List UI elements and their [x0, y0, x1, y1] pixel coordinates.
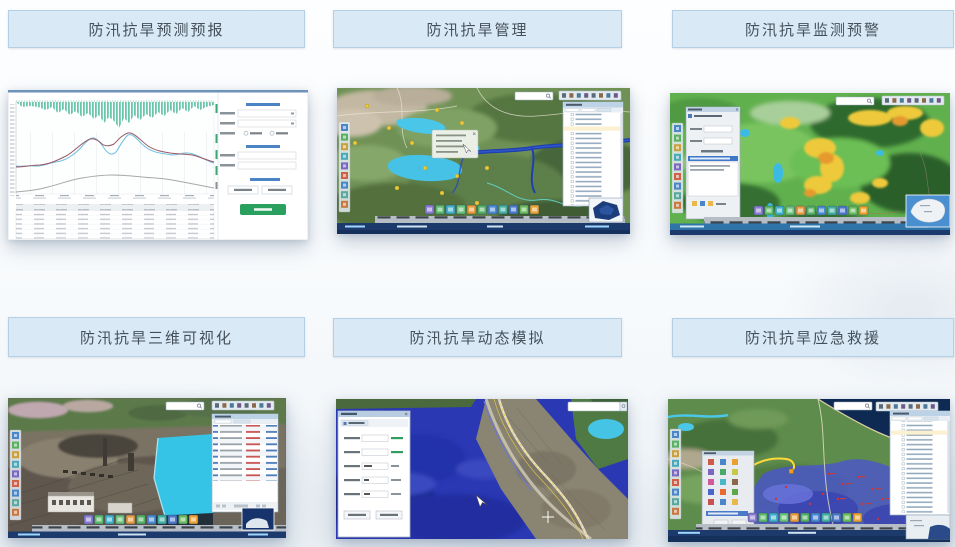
status-bar: [8, 532, 286, 539]
thumbnail-emergency-rescue: [668, 399, 950, 542]
overview-inset-map: [589, 198, 623, 222]
forecast-dashboard-image: [8, 90, 308, 240]
section-title-management[interactable]: 防汛抗旱管理: [333, 10, 622, 48]
search-input: [836, 97, 874, 105]
monitoring-query-panel: [686, 107, 740, 219]
thumbnail-monitoring: [670, 93, 950, 235]
map-toolbar: [670, 429, 681, 519]
symbol-palette-panel: [702, 451, 754, 531]
thumbnail-3d-visualization: [8, 398, 286, 538]
background-haze: [780, 230, 955, 390]
section-title-dynamic-simulation[interactable]: 防汛抗旱动态模拟: [333, 318, 622, 357]
layer-tree-panel: [890, 411, 950, 515]
forecast-table: [16, 204, 214, 239]
forecast-chart: [9, 101, 218, 203]
map-tooltip: [432, 130, 478, 158]
section-title-management-label: 防汛抗旱管理: [426, 19, 528, 40]
page: 防汛抗旱预测预报 防汛抗旱管理 防汛抗旱监测预警 防汛抗旱三维可视化 防汛抗旱动…: [0, 0, 955, 547]
section-title-3d-visualization-label: 防汛抗旱三维可视化: [80, 327, 233, 348]
section-title-monitoring[interactable]: 防汛抗旱监测预警: [672, 10, 954, 48]
management-map-image: [337, 88, 630, 234]
dam-3d-image: [8, 398, 286, 538]
monitoring-map-image: [670, 93, 950, 235]
search-input: [166, 402, 204, 410]
map-toolbar: [672, 123, 683, 213]
thumbnail-management: [337, 88, 630, 234]
overview-inset-map: [906, 195, 950, 227]
thumbnail-dynamic-simulation: [336, 399, 628, 539]
section-title-forecast[interactable]: 防汛抗旱预测预报: [8, 10, 305, 48]
map-tools-strip: [876, 402, 938, 411]
rescue-map-image: [668, 399, 950, 542]
section-title-emergency-rescue-label: 防汛抗旱应急救援: [745, 327, 881, 348]
simulation-dialog: [338, 411, 410, 537]
map-tools-strip: [882, 96, 944, 105]
section-title-forecast-label: 防汛抗旱预测预报: [88, 19, 224, 40]
map-tools-strip: [212, 401, 274, 410]
layer-tree-panel: [563, 102, 623, 206]
overview-inset-map: [242, 508, 274, 530]
map-toolbar: [10, 430, 21, 520]
map-tools-strip: [559, 91, 621, 100]
section-title-monitoring-label: 防汛抗旱监测预警: [745, 19, 881, 40]
section-title-dynamic-simulation-label: 防汛抗旱动态模拟: [409, 327, 545, 348]
overview-inset-map: [906, 515, 950, 539]
records-panel: [212, 414, 278, 512]
section-title-3d-visualization[interactable]: 防汛抗旱三维可视化: [8, 317, 305, 357]
search-input: [515, 92, 553, 100]
search-input: [834, 402, 872, 410]
search-input: [568, 402, 627, 411]
section-title-emergency-rescue[interactable]: 防汛抗旱应急救援: [672, 318, 954, 357]
simulation-image: [336, 399, 628, 539]
map-toolbar: [339, 122, 350, 212]
thumbnail-forecast: [8, 90, 308, 240]
